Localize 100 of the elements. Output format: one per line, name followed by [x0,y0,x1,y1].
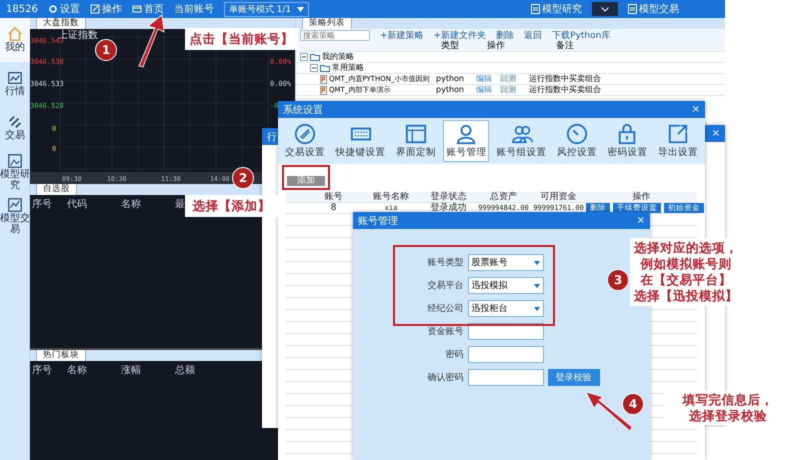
column-header: 代码 [67,198,88,211]
document-icon [628,4,637,14]
model-tab[interactable]: 模型研究 [531,2,582,16]
action-link[interactable]: 回测 [500,74,516,84]
select-field[interactable]: 股票账号 [468,254,544,271]
strategy-note: 运行指数中买卖组合 [528,74,602,84]
layout-icon [404,123,427,145]
column-header: 总资产 [489,192,518,202]
sidebar-item[interactable]: 模型交易 [0,194,30,238]
column-header: 可用资金 [540,192,578,202]
column-header: 序号 [32,198,53,211]
panel-tab[interactable]: 热门板块 [36,350,86,361]
menu-item[interactable]: 设置 [48,2,80,16]
input-field[interactable] [468,346,544,363]
sidebar-item[interactable]: 我的 [0,18,30,62]
caret-icon [297,6,304,12]
column-header: 名称 [67,364,88,377]
chevron-icon [601,6,609,12]
field-label: 经纪公司 [426,302,464,315]
settings-tab[interactable]: 快捷键设置 [332,120,389,162]
column-header: 涨幅 [121,364,142,377]
column-header: 类型 [440,41,460,51]
caret-icon [534,306,540,310]
column-header: 操作 [632,192,652,202]
user-icon [455,123,478,145]
action-link[interactable]: 回测 [500,85,516,95]
input-field[interactable] [468,323,544,340]
sidebar-item[interactable]: 交易 [0,106,30,150]
menu-item[interactable]: 操作 [90,2,122,16]
table-cell-text: 登录成功 [430,203,468,213]
settings-tab[interactable]: 密码设置 [604,120,650,162]
toolbar-link[interactable]: 返回 [524,28,542,42]
script-file-icon [320,86,327,94]
action-link[interactable]: 编辑 [476,85,492,95]
panel-tab[interactable]: 大盘指数 [36,18,86,29]
document-icon [531,4,540,14]
action-link[interactable]: 编辑 [476,74,492,84]
column-header: 登录状态 [430,192,468,202]
lock-icon [616,123,638,145]
select-field[interactable]: 迅投柜台 [468,300,544,317]
collapse-icon[interactable] [300,53,308,61]
verify-button[interactable]: 登录校验 [548,369,600,386]
trend-icon [7,197,23,213]
column-header: 总额 [175,364,195,377]
slash-circle-icon [294,123,316,145]
panel-tab[interactable]: 自选股 [36,184,77,195]
account-id: 18526 [6,4,38,14]
close-button[interactable]: × [636,215,645,226]
toolbar-link[interactable]: 删除 [496,28,514,42]
toolbar-link[interactable]: +新建文件夹 [434,28,486,42]
search-field[interactable]: 搜索策略 [300,30,370,40]
window-icon [132,4,142,14]
settings-tab[interactable]: 导出设置 [654,120,701,162]
dropdown-toggle[interactable] [592,2,618,16]
column-header: 账号 [324,192,344,202]
gear-icon [48,4,58,14]
field-label: 账号类型 [426,256,464,269]
strategy-type: python [435,74,465,84]
close-button[interactable]: × [712,128,720,139]
select-field[interactable]: 迅投模拟 [468,277,544,294]
column-header: 操作 [486,41,506,51]
field-label: 交易平台 [426,280,464,292]
settings-tab[interactable]: 账号管理 [443,120,490,162]
panel-tab[interactable]: 策略列表 [302,18,352,29]
window-title: 系统设置 [283,104,323,116]
column-header: 备注 [555,41,575,51]
current-account-label: 当前账号 [174,2,214,16]
sidebar-item[interactable]: 行情 [0,62,30,106]
caret-icon [534,284,540,288]
field-label: 资金账号 [426,326,464,338]
arrows-icon [7,114,23,130]
input-field[interactable] [468,369,544,386]
account-mode-dropdown[interactable]: 单账号模式 1/1 [224,2,310,16]
settings-tab[interactable]: 账号组设置 [494,120,550,162]
collapse-icon[interactable] [310,64,318,72]
export-icon [666,123,689,145]
gauge-icon [566,123,588,145]
field-label: 密码 [444,348,464,361]
table-cell-text: 8 [330,203,338,213]
strategy-note: 运行指数中买卖组合 [528,85,602,95]
toolbar-link[interactable]: 下载Python库 [552,28,610,42]
menu-item[interactable]: 首页 [132,2,164,16]
callout-text: 点击【当前账号】 [185,28,298,50]
dialog-title: 账号管理 [358,214,398,228]
settings-tab[interactable]: 界面定制 [392,120,439,162]
column-header: 名称 [121,198,142,211]
tree-item[interactable]: 常用策略 [332,63,364,73]
model-tab[interactable]: 模型交易 [628,2,679,16]
settings-tab[interactable]: 风控设置 [554,120,600,162]
tree-item[interactable]: 我的策略 [322,52,354,62]
users-icon [510,123,533,145]
column-header: 最 [175,198,185,211]
field-label: 确认密码 [426,372,464,384]
chart-icon [7,70,23,86]
caret-icon [534,260,540,264]
sidebar-item[interactable]: 模型研究 [0,150,30,194]
column-header: 序号 [32,364,53,377]
edit-icon [90,4,100,14]
close-button[interactable]: × [692,104,700,115]
toolbar-link[interactable]: +新建策略 [380,28,424,42]
